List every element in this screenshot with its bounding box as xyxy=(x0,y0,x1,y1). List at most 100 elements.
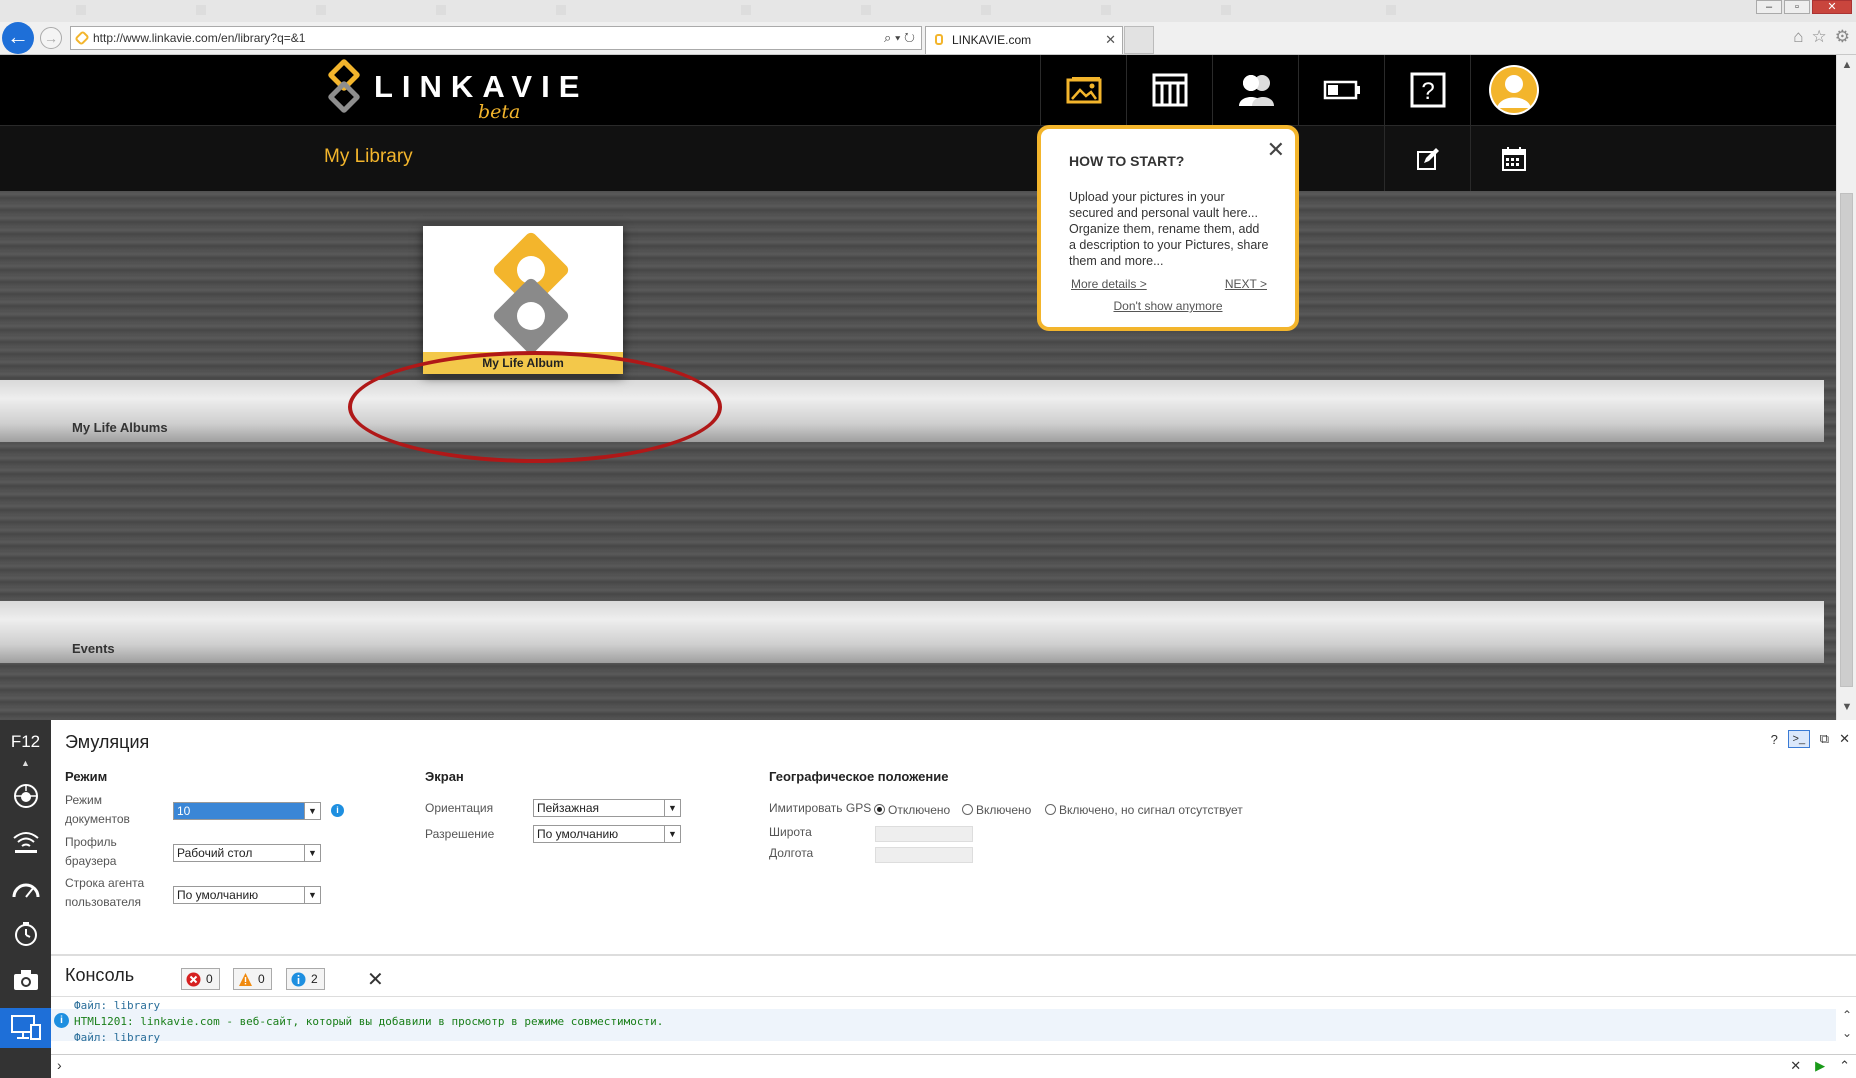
background-tab[interactable] xyxy=(310,2,420,20)
background-tab[interactable] xyxy=(735,2,845,20)
close-icon[interactable]: ✕ xyxy=(1839,731,1850,747)
mode-section-title: Режим xyxy=(65,769,108,784)
dropdown-icon[interactable]: ▾ xyxy=(895,30,900,45)
user-nav-button[interactable] xyxy=(1470,55,1556,125)
clear-console-icon[interactable]: ✕ xyxy=(367,967,384,992)
home-icon[interactable]: ⌂ xyxy=(1793,27,1803,47)
warnings-filter-button[interactable]: 0 xyxy=(233,968,272,990)
devtools-label: F12 xyxy=(10,732,41,751)
annotation-ellipse xyxy=(348,351,722,463)
console-input-buttons: ✕ ▶ ⌃ xyxy=(1790,1058,1850,1074)
background-tab[interactable] xyxy=(975,2,1085,20)
errors-filter-button[interactable]: 0 xyxy=(181,968,220,990)
scroll-up-icon[interactable]: ⌃ xyxy=(1842,1006,1852,1024)
browser-chrome: – ▫ ✕ ← → http://www.linkavie.com/en/lib… xyxy=(0,0,1856,55)
refresh-icon[interactable]: ↻ xyxy=(904,30,915,45)
clear-input-icon[interactable]: ✕ xyxy=(1790,1058,1801,1074)
background-tab[interactable] xyxy=(1380,2,1520,20)
next-link[interactable]: NEXT > xyxy=(1225,277,1267,291)
more-details-link[interactable]: More details > xyxy=(1071,277,1147,291)
error-icon xyxy=(186,972,201,987)
collapse-icon[interactable]: ▲ xyxy=(0,758,51,768)
network-tool-button[interactable] xyxy=(0,822,51,862)
calendar-button[interactable] xyxy=(1470,126,1556,192)
page-scrollbar[interactable]: ▲ ▲ ▼ xyxy=(1836,55,1856,720)
close-tab-icon[interactable]: ✕ xyxy=(1105,27,1116,53)
devtools-window-controls: ? >_ ⧉ ✕ xyxy=(1771,730,1850,748)
new-tab-button[interactable] xyxy=(1124,26,1154,54)
svg-text:?: ? xyxy=(1421,78,1434,105)
search-icon[interactable]: ⌕ xyxy=(884,30,891,45)
browser-profile-select[interactable]: Рабочий стол ▼ xyxy=(173,844,321,862)
film-icon xyxy=(1152,73,1187,107)
run-icon[interactable]: ▶ xyxy=(1815,1058,1825,1074)
console-scroll[interactable]: ⌃ ⌄ xyxy=(1842,1006,1852,1042)
orientation-select[interactable]: Пейзажная ▼ xyxy=(533,799,681,817)
people-nav-button[interactable] xyxy=(1212,55,1298,125)
dont-show-anymore-link[interactable]: Don't show anymore xyxy=(1041,299,1295,313)
background-tab[interactable] xyxy=(855,2,965,20)
debugger-tool-button[interactable] xyxy=(0,776,51,816)
info-icon[interactable]: i xyxy=(331,804,344,817)
address-bar[interactable]: http://www.linkavie.com/en/library?q=&1 … xyxy=(70,26,922,50)
logo-wordmark: LINKAVIE xyxy=(374,69,589,104)
popup-body: Upload your pictures in your secured and… xyxy=(1069,190,1269,268)
help-icon[interactable]: ? xyxy=(1771,732,1778,747)
minimize-button[interactable]: – xyxy=(1756,0,1782,14)
linkavie-logo[interactable]: LINKAVIE beta program xyxy=(322,55,592,145)
forward-button[interactable]: → xyxy=(40,27,62,49)
user-agent-select[interactable]: По умолчанию ▼ xyxy=(173,886,321,904)
star-icon[interactable]: ☆ xyxy=(1812,27,1827,47)
wifi-icon xyxy=(12,832,39,853)
window-controls: – ▫ ✕ xyxy=(1756,0,1852,14)
info-filter-button[interactable]: 2 xyxy=(286,968,325,990)
scroll-down-icon[interactable]: ⌄ xyxy=(1842,1024,1852,1042)
latitude-input[interactable] xyxy=(875,826,973,842)
profiler-tool-button[interactable] xyxy=(0,960,51,1000)
resolution-select[interactable]: По умолчанию ▼ xyxy=(533,825,681,843)
info-icon: i xyxy=(54,1013,69,1028)
longitude-input[interactable] xyxy=(875,847,973,863)
film-nav-button[interactable] xyxy=(1126,55,1212,125)
back-button[interactable]: ← xyxy=(2,22,34,54)
edit-button[interactable] xyxy=(1384,126,1470,192)
battery-icon xyxy=(1323,80,1360,100)
expand-icon[interactable]: ⌃ xyxy=(1839,1058,1850,1074)
monitor-icon xyxy=(10,1015,41,1040)
background-tab[interactable] xyxy=(190,2,300,20)
console-input-row[interactable]: › ✕ ▶ ⌃ xyxy=(51,1054,1856,1078)
console-toggle-icon[interactable]: >_ xyxy=(1787,730,1810,748)
calendar-icon xyxy=(1501,147,1526,171)
background-tab[interactable] xyxy=(1215,2,1345,20)
background-tab[interactable] xyxy=(430,2,540,20)
undock-icon[interactable]: ⧉ xyxy=(1820,731,1829,747)
scroll-up-icon[interactable]: ▲ xyxy=(1837,59,1856,71)
close-window-button[interactable]: ✕ xyxy=(1812,0,1852,14)
background-tab[interactable] xyxy=(1095,2,1205,20)
active-tab[interactable]: LINKAVIE.com ✕ xyxy=(925,26,1123,54)
geo-section-title: Географическое положение xyxy=(769,769,949,784)
scroll-down-icon[interactable]: ▼ xyxy=(1837,701,1856,713)
battery-nav-button[interactable] xyxy=(1298,55,1384,125)
close-icon[interactable]: ✕ xyxy=(1267,137,1285,163)
background-tab[interactable] xyxy=(550,2,680,20)
edit-icon xyxy=(1416,148,1439,170)
console-line: Файл: library xyxy=(74,1031,161,1044)
memory-tool-button[interactable] xyxy=(0,914,51,954)
performance-tool-button[interactable] xyxy=(0,868,51,908)
background-tab[interactable] xyxy=(70,2,180,20)
pictures-nav-button[interactable] xyxy=(1040,55,1126,125)
gps-on-no-signal-radio[interactable]: Включено, но сигнал отсутствует xyxy=(1045,803,1243,817)
site-favicon xyxy=(935,34,943,45)
emulation-tool-button[interactable] xyxy=(0,1008,51,1048)
gps-on-radio[interactable]: Включено xyxy=(962,803,1031,817)
help-nav-button[interactable]: ? xyxy=(1384,55,1470,125)
restore-button[interactable]: ▫ xyxy=(1784,0,1810,14)
scrollbar-thumb[interactable] xyxy=(1840,193,1853,687)
doc-mode-select[interactable]: 10 ▼ xyxy=(173,802,321,820)
orientation-label: Ориентация xyxy=(425,801,494,815)
console-panel: Консоль 0 0 2 ✕ Файл: library i HTML1201… xyxy=(51,958,1856,1078)
chevron-down-icon: ▼ xyxy=(664,800,680,816)
gear-icon[interactable]: ⚙ xyxy=(1835,27,1850,47)
gps-off-radio[interactable]: Отключено xyxy=(874,803,950,817)
